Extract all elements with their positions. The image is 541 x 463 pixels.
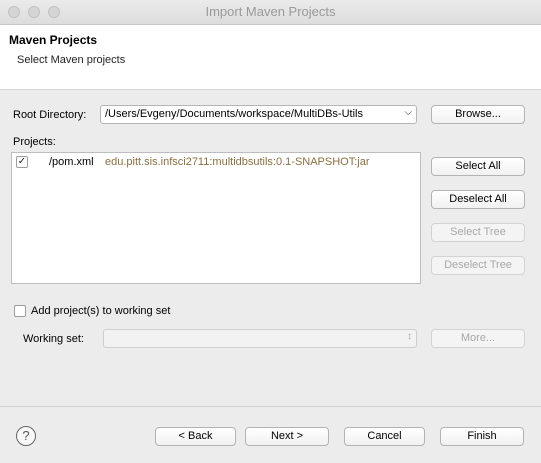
browse-button[interactable]: Browse... xyxy=(431,105,525,124)
root-directory-value: /Users/Evgeny/Documents/workspace/MultiD… xyxy=(105,108,363,120)
working-set-label: Working set: xyxy=(23,333,84,345)
finish-button[interactable]: Finish xyxy=(440,427,524,446)
import-maven-dialog: Import Maven Projects Maven Projects Sel… xyxy=(0,0,541,463)
project-checkbox[interactable]: ✓ xyxy=(16,156,28,168)
project-artifact-id: edu.pitt.sis.infsci2711:multidbsutils:0.… xyxy=(105,156,370,168)
root-directory-combo[interactable]: /Users/Evgeny/Documents/workspace/MultiD… xyxy=(100,105,417,124)
footer-divider xyxy=(0,406,541,407)
title-bar: Import Maven Projects xyxy=(0,0,541,25)
project-pom-name: /pom.xml xyxy=(49,156,94,168)
root-directory-label: Root Directory: xyxy=(13,109,87,121)
list-item[interactable]: ✓ /pom.xml edu.pitt.sis.infsci2711:multi… xyxy=(12,153,420,171)
help-icon[interactable]: ? xyxy=(16,426,36,446)
chevron-down-icon: ⌵ xyxy=(404,107,412,118)
select-tree-button[interactable]: Select Tree xyxy=(431,223,525,242)
cancel-button[interactable]: Cancel xyxy=(344,427,425,446)
select-all-button[interactable]: Select All xyxy=(431,157,525,176)
working-set-checkbox[interactable] xyxy=(14,305,26,317)
page-title: Maven Projects xyxy=(9,33,98,47)
deselect-all-button[interactable]: Deselect All xyxy=(431,190,525,209)
next-button[interactable]: Next > xyxy=(245,427,329,446)
more-button[interactable]: More... xyxy=(431,329,525,348)
deselect-tree-button[interactable]: Deselect Tree xyxy=(431,256,525,275)
working-set-checkbox-label: Add project(s) to working set xyxy=(31,305,171,317)
chevron-updown-icon: ↕ xyxy=(407,331,412,342)
window-title: Import Maven Projects xyxy=(205,4,336,19)
header-banner: Maven Projects Select Maven projects xyxy=(0,25,541,90)
page-subtitle: Select Maven projects xyxy=(17,54,126,66)
projects-label: Projects: xyxy=(13,136,56,148)
back-button[interactable]: < Back xyxy=(155,427,236,446)
projects-list[interactable]: ✓ /pom.xml edu.pitt.sis.infsci2711:multi… xyxy=(11,152,421,284)
working-set-combo[interactable]: ↕ xyxy=(103,329,417,348)
